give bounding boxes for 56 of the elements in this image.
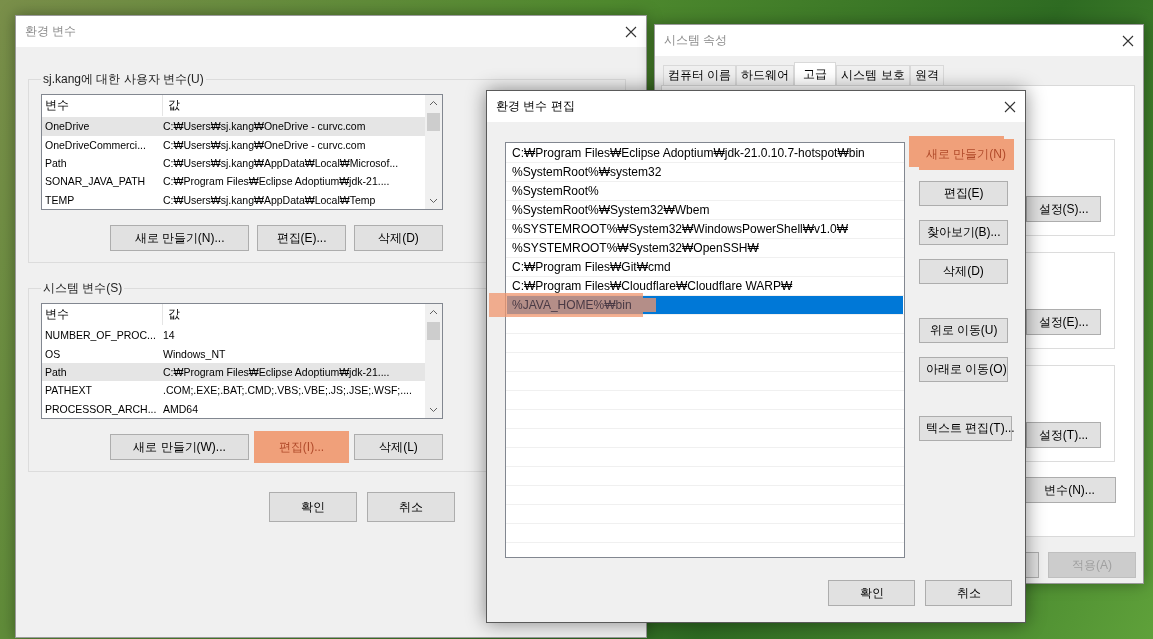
dialog-button[interactable]: 취소 xyxy=(925,580,1012,606)
variable-row[interactable]: PROCESSOR_ARCH... AMD64 xyxy=(42,399,425,418)
variable-row[interactable]: OS Windows_NT xyxy=(42,344,425,363)
variable-row[interactable]: PATHEXT .COM;.EXE;.BAT;.CMD;.VBS;.VBE;.JS;.JSE;.WSF;.... xyxy=(42,381,425,400)
dialog-button[interactable]: 편집(E) xyxy=(919,181,1008,206)
tab[interactable]: 시스템 보호 xyxy=(836,65,910,85)
window-title: 시스템 속성 xyxy=(664,32,728,49)
path-entry[interactable]: C:₩Program Files₩Git₩cmd xyxy=(507,258,903,277)
window-title: 환경 변수 편집 xyxy=(496,98,575,115)
scrollbar[interactable] xyxy=(425,95,442,209)
path-entry[interactable]: %SystemRoot%₩system32 xyxy=(507,163,903,182)
column-header[interactable]: 값 xyxy=(163,97,425,115)
dialog-button[interactable]: 확인 xyxy=(828,580,915,606)
path-entry[interactable]: %SystemRoot% xyxy=(507,182,903,201)
settings-button[interactable]: 설정(T)... xyxy=(1026,422,1101,448)
scrollbar[interactable] xyxy=(425,304,442,418)
variable-row[interactable]: OneDriveCommerci... C:₩Users₩sj.kang₩OneDrive - curvc.com xyxy=(42,135,425,154)
variable-row[interactable]: Path C:₩Program Files₩Eclipse Adoptium₩jdk-21.... xyxy=(42,362,425,382)
tab[interactable]: 원격 xyxy=(909,65,944,85)
path-entry[interactable]: %JAVA_HOME%₩bin xyxy=(507,296,903,315)
path-entry[interactable]: %SYSTEMROOT%₩System32₩WindowsPowerShell₩v1.0₩ xyxy=(507,220,903,239)
variable-row[interactable]: Path C:₩Users₩sj.kang₩AppData₩Local₩Microsof... xyxy=(42,153,425,173)
window-title: 환경 변수 xyxy=(25,23,77,40)
column-header[interactable]: 변수 xyxy=(45,304,163,326)
settings-button[interactable]: 설정(S)... xyxy=(1026,196,1101,222)
dialog-button[interactable]: 찾아보기(B)... xyxy=(919,220,1008,245)
dialog-button[interactable]: 취소 xyxy=(367,492,455,522)
group-label: 시스템 변수(S) xyxy=(42,280,124,297)
tab[interactable]: 하드웨어 xyxy=(736,65,795,85)
close-icon[interactable] xyxy=(1004,100,1016,113)
close-icon[interactable] xyxy=(1122,34,1134,47)
dialog-button[interactable]: 확인 xyxy=(269,492,357,522)
group-label: sj.kang에 대한 사용자 변수(U) xyxy=(42,71,205,88)
variable-row[interactable]: TEMP C:₩Users₩sj.kang₩AppData₩Local₩Temp xyxy=(42,190,425,209)
variable-row[interactable]: NUMBER_OF_PROC... 14 xyxy=(42,326,425,345)
tab[interactable]: 고급 xyxy=(794,62,837,85)
dialog-button[interactable]: 위로 이동(U) xyxy=(919,318,1008,343)
dialog-button[interactable]: 새로 만들기(W)... xyxy=(110,434,249,460)
path-entry[interactable]: %SYSTEMROOT%₩System32₩OpenSSH₩ xyxy=(507,239,903,258)
column-header[interactable]: 값 xyxy=(163,306,425,324)
path-entry[interactable]: C:₩Program Files₩Eclipse Adoptium₩jdk-21.0.10.7-hotspot₩bin xyxy=(507,144,903,163)
settings-button[interactable]: 설정(E)... xyxy=(1026,309,1101,335)
tab[interactable]: 컴퓨터 이름 xyxy=(663,65,737,85)
close-icon[interactable] xyxy=(625,25,637,38)
variable-row[interactable]: SONAR_JAVA_PATH C:₩Program Files₩Eclipse Adoptium₩jdk-21.... xyxy=(42,172,425,191)
dialog-button[interactable]: 삭제(D) xyxy=(919,259,1008,284)
dialog-button[interactable]: 아래로 이동(O) xyxy=(919,357,1008,382)
dialog-button[interactable]: 삭제(L) xyxy=(354,434,443,460)
dialog-button[interactable]: 편집(E)... xyxy=(257,225,346,251)
variable-row[interactable]: OneDrive C:₩Users₩sj.kang₩OneDrive - curvc.com xyxy=(42,117,425,136)
column-header[interactable]: 변수 xyxy=(45,95,163,117)
dialog-button[interactable]: 새로 만들기(N)... xyxy=(110,225,249,251)
dialog-button[interactable]: 삭제(D) xyxy=(354,225,443,251)
environment-variables-button[interactable]: 변수(N)... xyxy=(1023,477,1116,503)
dialog-button[interactable]: 텍스트 편집(T)... xyxy=(919,416,1012,441)
path-entry[interactable]: %SystemRoot%₩System32₩Wbem xyxy=(507,201,903,220)
